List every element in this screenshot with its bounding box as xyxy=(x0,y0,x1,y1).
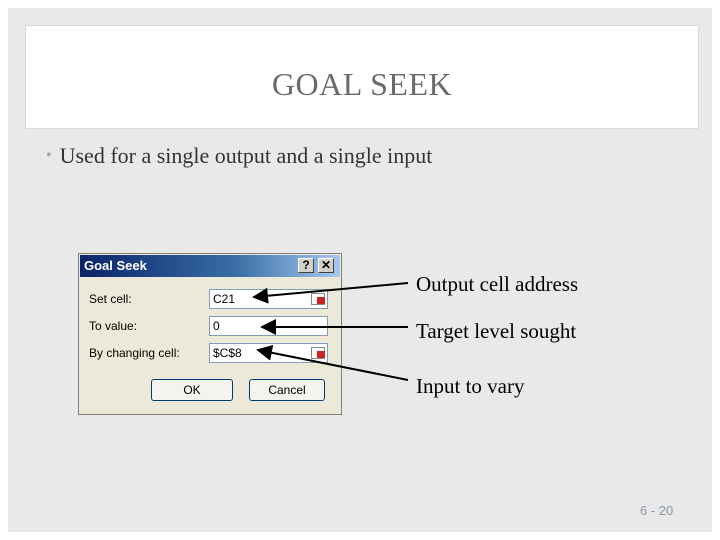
callout-arrows xyxy=(252,282,409,381)
arrow-output-cell xyxy=(252,282,409,304)
arrow-input-vary xyxy=(256,344,409,381)
callout-input-vary: Input to vary xyxy=(416,374,525,398)
callout-output-cell: Output cell address xyxy=(416,272,579,296)
page-number: 6 - 20 xyxy=(640,503,674,518)
callout-target-level: Target level sought xyxy=(416,319,577,343)
